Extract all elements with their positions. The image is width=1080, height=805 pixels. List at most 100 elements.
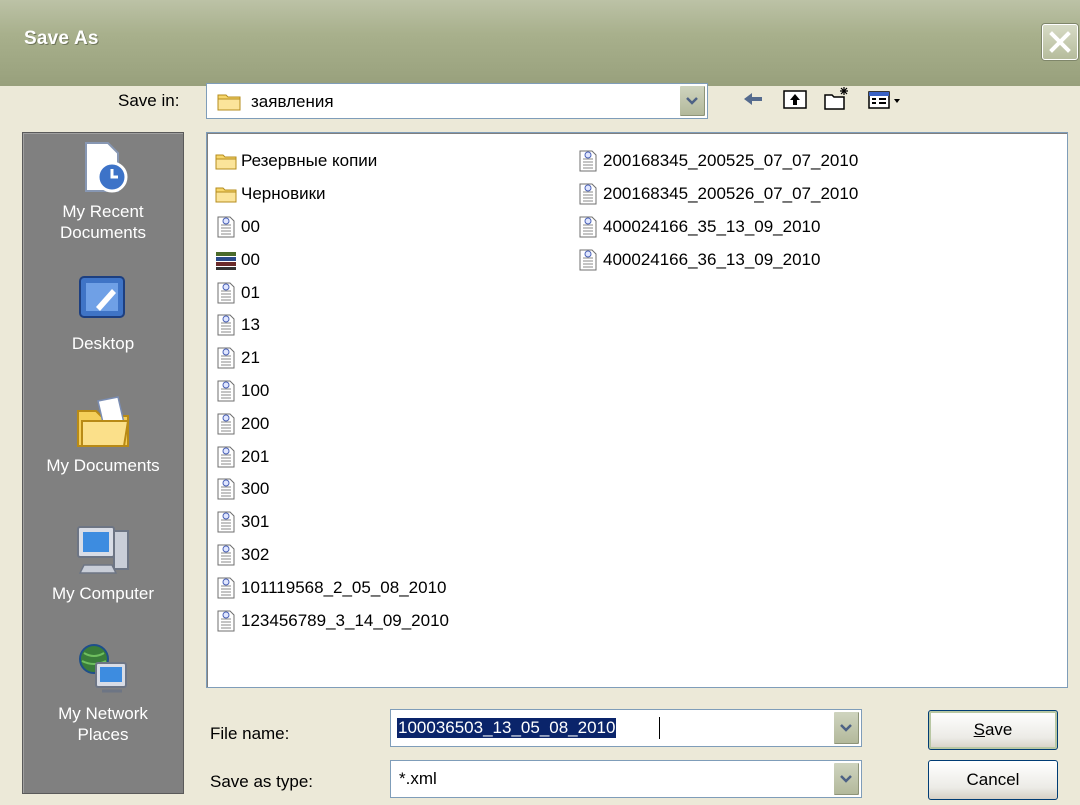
title-bar[interactable]: Save As	[0, 0, 1080, 86]
close-button[interactable]	[1042, 24, 1078, 60]
file-item[interactable]: 00	[215, 243, 449, 276]
save-in-combobox[interactable]: заявления	[206, 83, 708, 119]
file-item[interactable]: 301	[215, 506, 449, 539]
file-item-name: 21	[241, 348, 260, 368]
xml-document-icon	[217, 610, 235, 632]
archive-icon	[216, 251, 236, 270]
file-name-value: 100036503_13_05_08_2010	[397, 718, 617, 738]
file-item-name: 01	[241, 282, 260, 302]
folder-icon	[217, 94, 241, 111]
back-button[interactable]	[738, 84, 768, 114]
views-menu-icon	[868, 91, 900, 109]
file-item-name: 13	[241, 315, 260, 335]
xml-document-icon	[579, 150, 597, 172]
up-folder-button[interactable]	[780, 84, 810, 114]
xml-document-icon	[579, 249, 597, 271]
place-label: Desktop	[71, 334, 135, 353]
file-name-dropdown-button[interactable]	[833, 711, 860, 745]
file-list-column-2: 200168345_200525_07_07_2010 200168345_200…	[577, 145, 858, 276]
file-name-input[interactable]: 100036503_13_05_08_2010	[390, 709, 862, 747]
my-computer-icon	[77, 526, 129, 574]
file-item[interactable]: Черновики	[215, 178, 449, 211]
file-item[interactable]: 21	[215, 342, 449, 375]
file-item-name: 200168345_200526_07_07_2010	[603, 184, 859, 204]
xml-document-icon	[217, 282, 235, 304]
desktop-icon	[79, 276, 125, 318]
file-item[interactable]: 100	[215, 375, 449, 408]
file-item[interactable]: 200	[215, 407, 449, 440]
folder-icon	[215, 154, 237, 170]
place-my-documents[interactable]: My Documents	[23, 393, 183, 476]
xml-document-icon	[217, 478, 235, 500]
file-item[interactable]: 300	[215, 473, 449, 506]
place-my-computer[interactable]: My Computer	[23, 521, 183, 604]
place-label: My Computer	[51, 584, 155, 603]
save-button-label: ave	[984, 720, 1013, 739]
file-item-name: 123456789_3_14_09_2010	[241, 610, 450, 630]
file-item-name: 00	[241, 216, 260, 236]
place-label: Documents	[60, 223, 146, 242]
file-item-name: 200	[241, 413, 270, 433]
xml-document-icon	[217, 413, 235, 435]
file-item[interactable]: 200168345_200525_07_07_2010	[577, 145, 858, 178]
views-menu-button[interactable]	[866, 84, 906, 114]
save-as-type-dropdown-button[interactable]	[833, 762, 860, 796]
file-item[interactable]: 200168345_200526_07_07_2010	[577, 178, 858, 211]
file-name-label: File name:	[210, 724, 290, 743]
save-button[interactable]: Save	[928, 710, 1058, 750]
place-label: My Documents	[46, 456, 160, 475]
place-my-network-places[interactable]: My Network Places	[23, 641, 183, 745]
place-desktop[interactable]: Desktop	[23, 271, 183, 354]
file-item[interactable]: 00	[215, 211, 449, 244]
place-label: Places	[77, 725, 129, 744]
file-item-name: Резервные копии	[241, 151, 378, 171]
up-folder-icon	[783, 90, 807, 109]
file-list[interactable]: Резервные копии Черновики 00 00 01 13 21 100 200…	[206, 132, 1068, 688]
close-icon	[1049, 31, 1071, 53]
place-label: My Network	[58, 704, 148, 723]
xml-document-icon	[217, 446, 235, 468]
save-in-label: Save in:	[118, 91, 180, 110]
place-label: My Recent	[62, 202, 144, 221]
file-item[interactable]: 101119568_2_05_08_2010	[215, 571, 449, 604]
file-item-name: 301	[241, 512, 270, 532]
xml-document-icon	[217, 380, 235, 402]
xml-document-icon	[217, 511, 235, 533]
file-item[interactable]: 01	[215, 276, 449, 309]
save-as-dialog: Save As Save in: заявления My Recent Doc…	[0, 0, 1080, 805]
file-item-name: 201	[241, 446, 270, 466]
file-item-name: Черновики	[241, 184, 326, 204]
file-item[interactable]: 302	[215, 539, 449, 572]
new-folder-button[interactable]	[822, 84, 852, 114]
file-item[interactable]: Резервные копии	[215, 145, 449, 178]
folder-icon	[215, 187, 237, 203]
my-documents-icon	[77, 396, 130, 447]
save-accelerator: S	[973, 720, 985, 739]
file-item-name: 00	[241, 249, 260, 269]
file-item-name: 400024166_36_13_09_2010	[603, 249, 821, 269]
file-item[interactable]: 123456789_3_14_09_2010	[215, 604, 449, 637]
file-item[interactable]: 400024166_35_13_09_2010	[577, 211, 858, 244]
chevron-down-icon	[840, 775, 852, 783]
place-my-recent-documents[interactable]: My Recent Documents	[23, 139, 183, 243]
network-places-icon	[79, 644, 127, 693]
file-item[interactable]: 13	[215, 309, 449, 342]
chevron-down-icon	[686, 97, 698, 105]
save-in-dropdown-button[interactable]	[679, 85, 706, 117]
xml-document-icon	[217, 314, 235, 336]
recent-documents-icon	[85, 142, 128, 193]
file-item-name: 302	[241, 544, 270, 564]
save-as-type-combobox[interactable]: *.xml	[390, 760, 862, 798]
file-item-name: 200168345_200525_07_07_2010	[603, 151, 859, 171]
file-item-name: 101119568_2_05_08_2010	[241, 577, 447, 597]
text-caret	[659, 717, 660, 739]
xml-document-icon	[217, 577, 235, 599]
cancel-button[interactable]: Cancel	[928, 760, 1058, 800]
file-list-column-1: Резервные копии Черновики 00 00 01 13 21 100 200…	[215, 145, 449, 637]
save-as-type-label: Save as type:	[210, 772, 314, 791]
file-item[interactable]: 400024166_36_13_09_2010	[577, 243, 858, 276]
file-item[interactable]: 201	[215, 440, 449, 473]
save-as-type-value: *.xml	[399, 769, 437, 788]
xml-document-icon	[217, 544, 235, 566]
save-in-value: заявления	[251, 92, 334, 111]
